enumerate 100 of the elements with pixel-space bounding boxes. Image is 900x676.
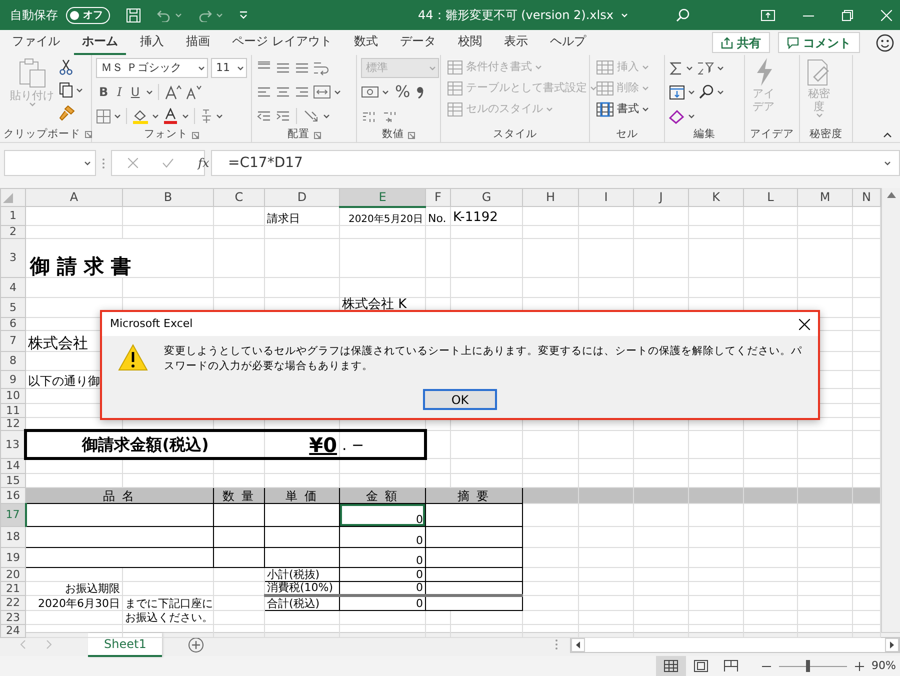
scroll-left-icon[interactable] [571, 638, 585, 652]
caret-icon[interactable] [237, 66, 244, 70]
format-painter-icon[interactable] [59, 105, 75, 121]
eraser-icon[interactable] [669, 108, 685, 124]
row-header[interactable]: 3 [0, 238, 26, 278]
dialog-launcher-icon[interactable] [314, 132, 320, 138]
autosave-toggle[interactable]: オフ [66, 6, 110, 24]
font-size-field[interactable]: 11 [211, 58, 247, 78]
column-header[interactable]: D [264, 188, 340, 206]
sheet-cell[interactable]: 品名 [26, 488, 214, 504]
borders-icon[interactable] [96, 108, 111, 124]
sheet-cell[interactable]: 数量 [214, 488, 264, 504]
caret-icon[interactable] [688, 90, 695, 94]
drag-handle-icon[interactable] [555, 639, 558, 650]
align-right-icon[interactable] [294, 85, 310, 99]
font-color-icon[interactable] [162, 108, 179, 124]
column-header[interactable]: A [26, 188, 122, 206]
row-header[interactable]: 18 [0, 526, 26, 548]
scroll-up-icon[interactable] [886, 192, 896, 198]
row-header[interactable]: 21 [0, 582, 26, 596]
sheet-cell[interactable]: No. [426, 206, 450, 226]
column-header[interactable]: F [426, 188, 450, 206]
drag-handle-icon[interactable] [102, 158, 105, 168]
caret-icon[interactable] [382, 90, 389, 94]
row-header[interactable]: 1 [0, 206, 26, 226]
redo-icon[interactable] [198, 8, 212, 22]
row-header[interactable]: 12 [0, 418, 26, 431]
dialog-launcher-icon[interactable] [408, 132, 415, 138]
column-header[interactable]: K [688, 188, 744, 206]
bold-button[interactable]: B [96, 86, 112, 98]
menu-tab[interactable]: ホーム [74, 30, 126, 55]
collapse-ribbon-icon[interactable] [883, 132, 892, 138]
copy-icon[interactable] [59, 82, 73, 98]
menu-tab[interactable]: 挿入 [132, 30, 172, 55]
row-header[interactable]: 16 [0, 488, 26, 504]
sheet-cell[interactable]: 消費税(10%) [264, 582, 340, 596]
column-header[interactable]: L [744, 188, 798, 206]
restore-icon[interactable] [842, 10, 853, 20]
dialog-launcher-icon[interactable] [84, 131, 92, 138]
row-header[interactable]: 5 [0, 298, 26, 318]
row-header[interactable]: 15 [0, 474, 26, 488]
dialog-launcher-icon[interactable] [192, 132, 199, 138]
sheet-cell[interactable]: 0 [340, 596, 426, 611]
column-header[interactable]: J [634, 188, 688, 206]
sheet-cell[interactable]: 0 [340, 568, 426, 582]
scissors-icon[interactable] [59, 59, 73, 75]
column-header[interactable]: B [122, 188, 214, 206]
sheet-cell[interactable]: までに下記口座に [122, 596, 214, 611]
column-header[interactable]: I [578, 188, 634, 206]
row-header[interactable]: 2 [0, 226, 26, 239]
row-header[interactable]: 8 [0, 352, 26, 371]
insert-function-button[interactable]: fx [198, 154, 210, 172]
caret-icon[interactable] [717, 90, 724, 94]
caret-icon[interactable] [717, 66, 724, 70]
column-header[interactable]: N [852, 188, 880, 206]
share-button[interactable]: 共有 [712, 32, 770, 53]
sheet-cell[interactable]: ¥0 [264, 430, 340, 459]
decrease-indent-icon[interactable] [256, 109, 272, 123]
row-header[interactable]: 10 [0, 388, 26, 404]
search-icon[interactable] [676, 8, 690, 22]
caret-icon[interactable] [642, 107, 649, 112]
ok-button[interactable]: OK [423, 389, 497, 410]
menu-tab[interactable]: 校閲 [450, 30, 490, 55]
caret-icon[interactable] [323, 114, 330, 118]
slider-thumb[interactable] [806, 660, 810, 672]
sheet-cell[interactable]: . − [340, 430, 426, 459]
sheet-cell[interactable]: 摘要 [426, 488, 522, 504]
menu-tab[interactable]: 数式 [346, 30, 386, 55]
increase-indent-icon[interactable] [275, 109, 291, 123]
font-field[interactable]: ＭＳ Ｐゴシック [96, 58, 208, 78]
ribbon-display-icon[interactable] [761, 10, 775, 20]
sheet-cell[interactable]: 0 [340, 504, 426, 527]
currency-icon[interactable] [361, 85, 379, 99]
sheet-cell[interactable]: 御請求金額(税込) [26, 430, 264, 459]
sheet-cell[interactable]: 御 請 求 書 [26, 238, 214, 278]
column-header[interactable]: E [340, 188, 426, 206]
menu-tab[interactable]: ファイル [4, 30, 68, 55]
sheet-cell[interactable]: 金額 [340, 488, 426, 504]
row-header[interactable]: 22 [0, 596, 26, 611]
smiley-icon[interactable] [876, 34, 894, 52]
caret-icon[interactable] [152, 114, 159, 118]
menu-tab[interactable]: 描画 [178, 30, 218, 55]
column-header[interactable]: M [798, 188, 852, 206]
percent-button[interactable]: % [392, 84, 414, 100]
row-header[interactable]: 24 [0, 624, 26, 638]
row-header[interactable]: 19 [0, 548, 26, 568]
row-header[interactable]: 6 [0, 318, 26, 331]
zoom-level[interactable]: 90% [872, 658, 896, 674]
view-button[interactable] [656, 656, 686, 676]
orientation-icon[interactable] [302, 108, 320, 124]
wrap-text-icon[interactable] [313, 60, 329, 76]
sum-icon[interactable] [669, 60, 683, 76]
formula-field[interactable]: =C17*D17 [211, 150, 900, 176]
row-header[interactable]: 23 [0, 610, 26, 625]
row-header[interactable]: 11 [0, 404, 26, 418]
sheet-cell[interactable]: 単価 [264, 488, 340, 504]
caret-icon[interactable] [334, 90, 341, 94]
row-header[interactable]: 14 [0, 458, 26, 474]
fill-icon[interactable] [669, 84, 685, 100]
shrink-font-icon[interactable] [184, 84, 203, 100]
